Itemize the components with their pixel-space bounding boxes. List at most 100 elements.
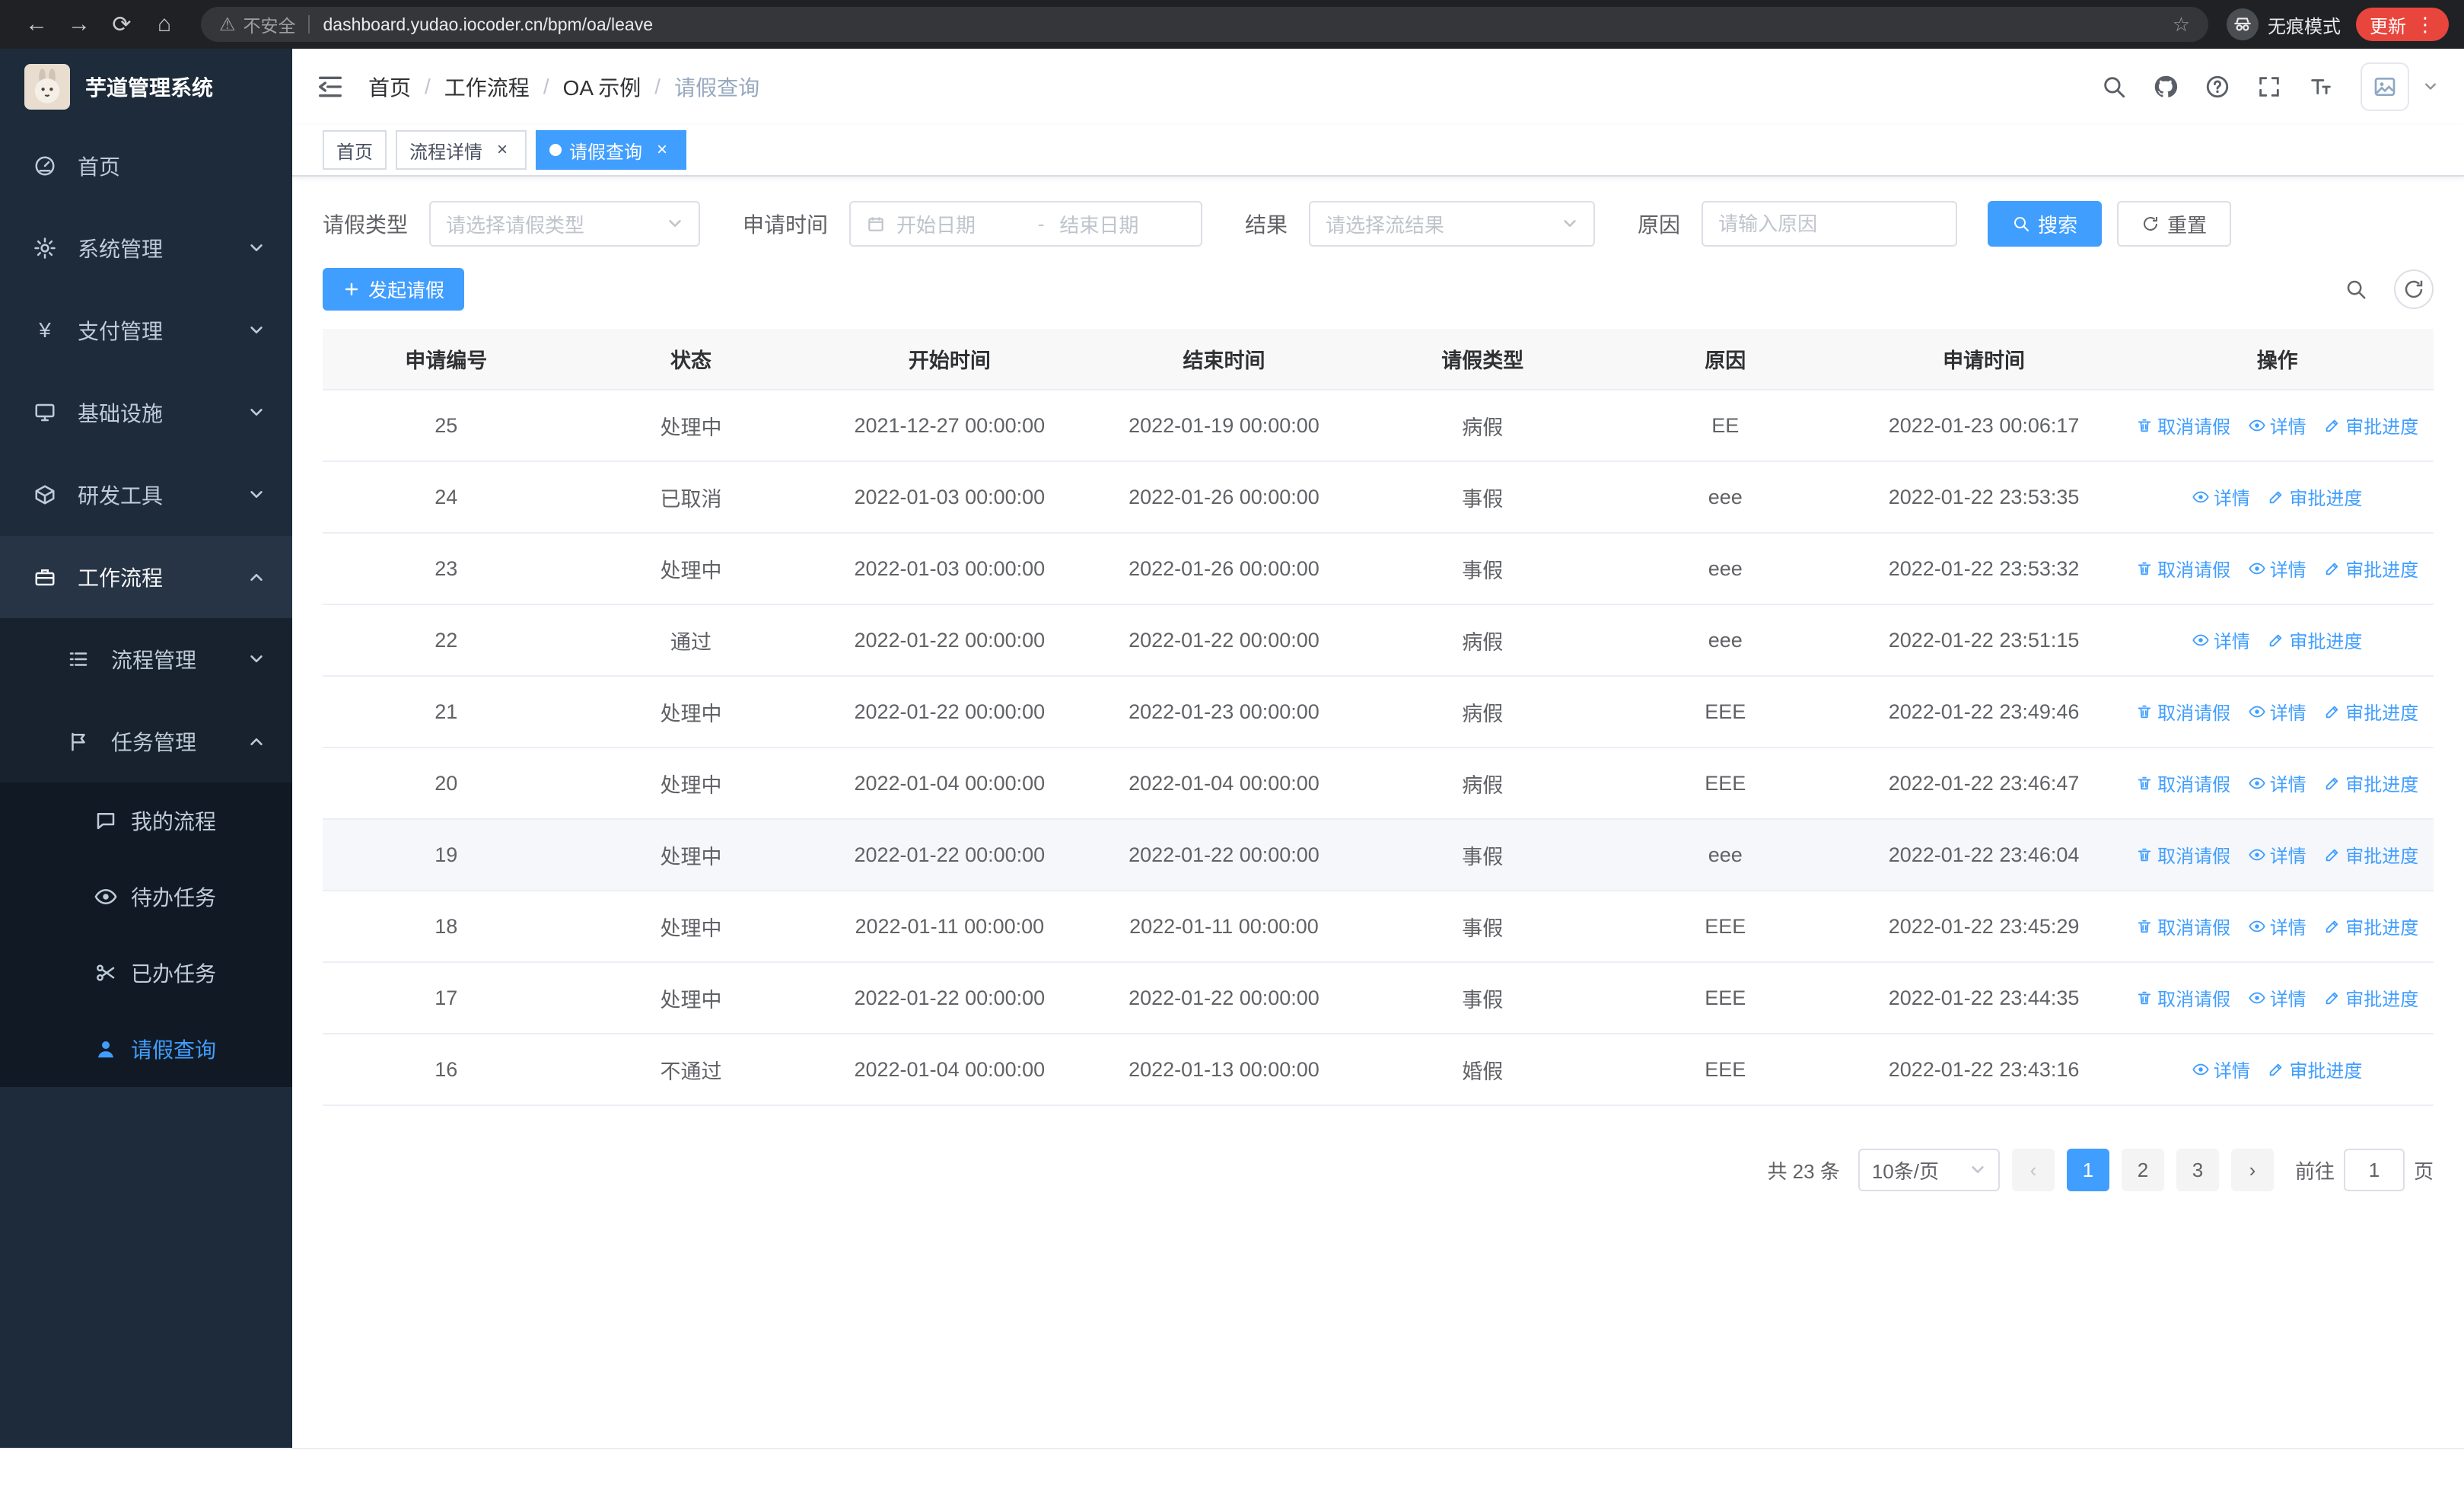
reason-input[interactable] bbox=[1702, 201, 1958, 247]
reset-button[interactable]: 重置 bbox=[2117, 201, 2232, 247]
incognito-badge[interactable]: 无痕模式 bbox=[2227, 8, 2341, 40]
bookmark-star-icon[interactable]: ☆ bbox=[2173, 13, 2190, 37]
sidebar-item-label: 我的流程 bbox=[131, 810, 217, 834]
caret-down-icon[interactable] bbox=[2418, 75, 2443, 99]
cell-start-time: 2022-01-03 00:00:00 bbox=[812, 461, 1087, 534]
cancel-leave-link[interactable]: 取消请假 bbox=[2136, 412, 2230, 438]
page-button-1[interactable]: 1 bbox=[2066, 1149, 2109, 1191]
approval-progress-link[interactable]: 审批进度 bbox=[2268, 1056, 2362, 1082]
update-button[interactable]: 更新 ⋮ bbox=[2356, 8, 2449, 41]
page-button-2[interactable]: 2 bbox=[2121, 1149, 2164, 1191]
chevron-up-icon bbox=[248, 733, 265, 750]
close-icon[interactable]: × bbox=[492, 139, 513, 161]
github-icon[interactable] bbox=[2144, 65, 2187, 108]
avatar[interactable] bbox=[2361, 62, 2409, 111]
cancel-leave-link[interactable]: 取消请假 bbox=[2136, 770, 2230, 796]
sidebar-item-done-task[interactable]: 已办任务 bbox=[0, 935, 292, 1011]
next-page-button[interactable]: › bbox=[2230, 1149, 2274, 1191]
cell-end-time: 2022-01-11 00:00:00 bbox=[1087, 891, 1361, 963]
approval-progress-link[interactable]: 审批进度 bbox=[2324, 913, 2418, 939]
leave-type-label: 请假类型 bbox=[323, 213, 409, 237]
detail-link[interactable]: 详情 bbox=[2249, 555, 2306, 582]
approval-progress-link[interactable]: 审批进度 bbox=[2324, 841, 2418, 868]
detail-link[interactable]: 详情 bbox=[2192, 483, 2250, 510]
detail-link[interactable]: 详情 bbox=[2192, 626, 2250, 653]
close-icon[interactable]: × bbox=[651, 139, 673, 161]
back-button[interactable]: ← bbox=[15, 3, 58, 46]
cancel-leave-link[interactable]: 取消请假 bbox=[2136, 698, 2230, 725]
tab-home[interactable]: 首页 bbox=[323, 130, 387, 170]
approval-progress-link[interactable]: 审批进度 bbox=[2324, 984, 2418, 1011]
cell-reason: EEE bbox=[1603, 962, 1847, 1034]
cancel-leave-link[interactable]: 取消请假 bbox=[2136, 913, 2230, 939]
result-select[interactable]: 请选择流结果 bbox=[1309, 201, 1596, 247]
cell-apply-no: 20 bbox=[323, 748, 570, 820]
fullscreen-icon[interactable] bbox=[2248, 65, 2291, 108]
leave-type-select[interactable]: 请选择请假类型 bbox=[429, 201, 701, 247]
refresh-table-icon[interactable] bbox=[2394, 269, 2434, 309]
sidebar-item-my-process[interactable]: 我的流程 bbox=[0, 783, 292, 859]
briefcase-icon bbox=[33, 566, 56, 588]
sidebar-item-process-mgmt[interactable]: 流程管理 bbox=[0, 618, 292, 700]
approval-progress-link[interactable]: 审批进度 bbox=[2268, 626, 2362, 653]
breadcrumb-workflow[interactable]: 工作流程 bbox=[444, 72, 530, 102]
cell-status: 通过 bbox=[569, 604, 813, 677]
apply-time-range-picker[interactable]: 开始日期 - 结束日期 bbox=[849, 201, 1203, 247]
approval-progress-link[interactable]: 审批进度 bbox=[2268, 483, 2362, 510]
tab-process-detail[interactable]: 流程详情 × bbox=[396, 130, 527, 170]
search-button[interactable]: 搜索 bbox=[1988, 201, 2103, 247]
page-button-3[interactable]: 3 bbox=[2176, 1149, 2219, 1191]
sidebar-item-workflow[interactable]: 工作流程 bbox=[0, 536, 292, 618]
goto-page-input[interactable] bbox=[2343, 1149, 2405, 1191]
approval-progress-link[interactable]: 审批进度 bbox=[2324, 555, 2418, 582]
page-size-select[interactable]: 10条/页 bbox=[1858, 1149, 2000, 1191]
prev-page-button[interactable]: ‹ bbox=[2011, 1149, 2055, 1191]
help-icon[interactable] bbox=[2196, 65, 2239, 108]
cancel-leave-link[interactable]: 取消请假 bbox=[2136, 555, 2230, 582]
detail-link[interactable]: 详情 bbox=[2249, 698, 2306, 725]
home-button[interactable]: ⌂ bbox=[143, 3, 186, 46]
approval-progress-link[interactable]: 审批进度 bbox=[2324, 412, 2418, 438]
menu-kebab-icon[interactable]: ⋮ bbox=[2415, 13, 2435, 37]
address-bar[interactable]: ⚠ 不安全 dashboard.yudao.iocoder.cn/bpm/oa/… bbox=[201, 7, 2208, 42]
breadcrumb-home[interactable]: 首页 bbox=[368, 72, 411, 102]
approval-progress-link[interactable]: 审批进度 bbox=[2324, 698, 2418, 725]
detail-link[interactable]: 详情 bbox=[2249, 841, 2306, 868]
detail-link[interactable]: 详情 bbox=[2249, 913, 2306, 939]
reload-button[interactable]: ⟳ bbox=[100, 3, 143, 46]
search-toggle-icon[interactable] bbox=[2336, 269, 2376, 309]
cell-apply-time: 2022-01-22 23:46:47 bbox=[1846, 748, 2122, 820]
sidebar-item-payment[interactable]: ¥ 支付管理 bbox=[0, 289, 292, 371]
sidebar-item-system[interactable]: 系统管理 bbox=[0, 207, 292, 289]
cell-operations: 取消请假 详情 审批进度 bbox=[2121, 748, 2434, 820]
font-size-icon[interactable] bbox=[2300, 65, 2342, 108]
sidebar-item-label: 待办任务 bbox=[131, 886, 217, 910]
cell-reason: eee bbox=[1603, 533, 1847, 605]
forward-button[interactable]: → bbox=[58, 3, 100, 46]
sidebar-item-home[interactable]: 首页 bbox=[0, 125, 292, 207]
detail-link[interactable]: 详情 bbox=[2249, 770, 2306, 796]
detail-link[interactable]: 详情 bbox=[2249, 412, 2306, 438]
sidebar-item-leave-query[interactable]: 请假查询 bbox=[0, 1011, 292, 1087]
sidebar-item-task-mgmt[interactable]: 任务管理 bbox=[0, 700, 292, 783]
result-label: 结果 bbox=[1245, 213, 1288, 237]
detail-link[interactable]: 详情 bbox=[2192, 1056, 2250, 1082]
tab-label: 首页 bbox=[336, 142, 373, 163]
breadcrumb-oa-example[interactable]: OA 示例 bbox=[563, 72, 641, 102]
sidebar-item-devtools[interactable]: 研发工具 bbox=[0, 454, 292, 536]
detail-link[interactable]: 详情 bbox=[2249, 984, 2306, 1011]
sidebar-item-infra[interactable]: 基础设施 bbox=[0, 371, 292, 454]
cell-start-time: 2021-12-27 00:00:00 bbox=[812, 390, 1087, 462]
sidebar-item-todo-task[interactable]: 待办任务 bbox=[0, 859, 292, 935]
tab-leave-query[interactable]: 请假查询 × bbox=[536, 130, 686, 170]
hamburger-icon[interactable] bbox=[292, 72, 368, 102]
cancel-leave-link[interactable]: 取消请假 bbox=[2136, 984, 2230, 1011]
sidebar-item-label: 工作流程 bbox=[78, 566, 164, 590]
search-icon[interactable] bbox=[2093, 65, 2135, 108]
create-leave-button[interactable]: 发起请假 bbox=[323, 268, 465, 311]
cancel-leave-link[interactable]: 取消请假 bbox=[2136, 841, 2230, 868]
table-toolbar: 发起请假 bbox=[323, 268, 2434, 311]
approval-progress-link[interactable]: 审批进度 bbox=[2324, 770, 2418, 796]
app-logo[interactable]: 芋道管理系统 bbox=[0, 49, 292, 125]
chat-icon bbox=[94, 809, 117, 832]
